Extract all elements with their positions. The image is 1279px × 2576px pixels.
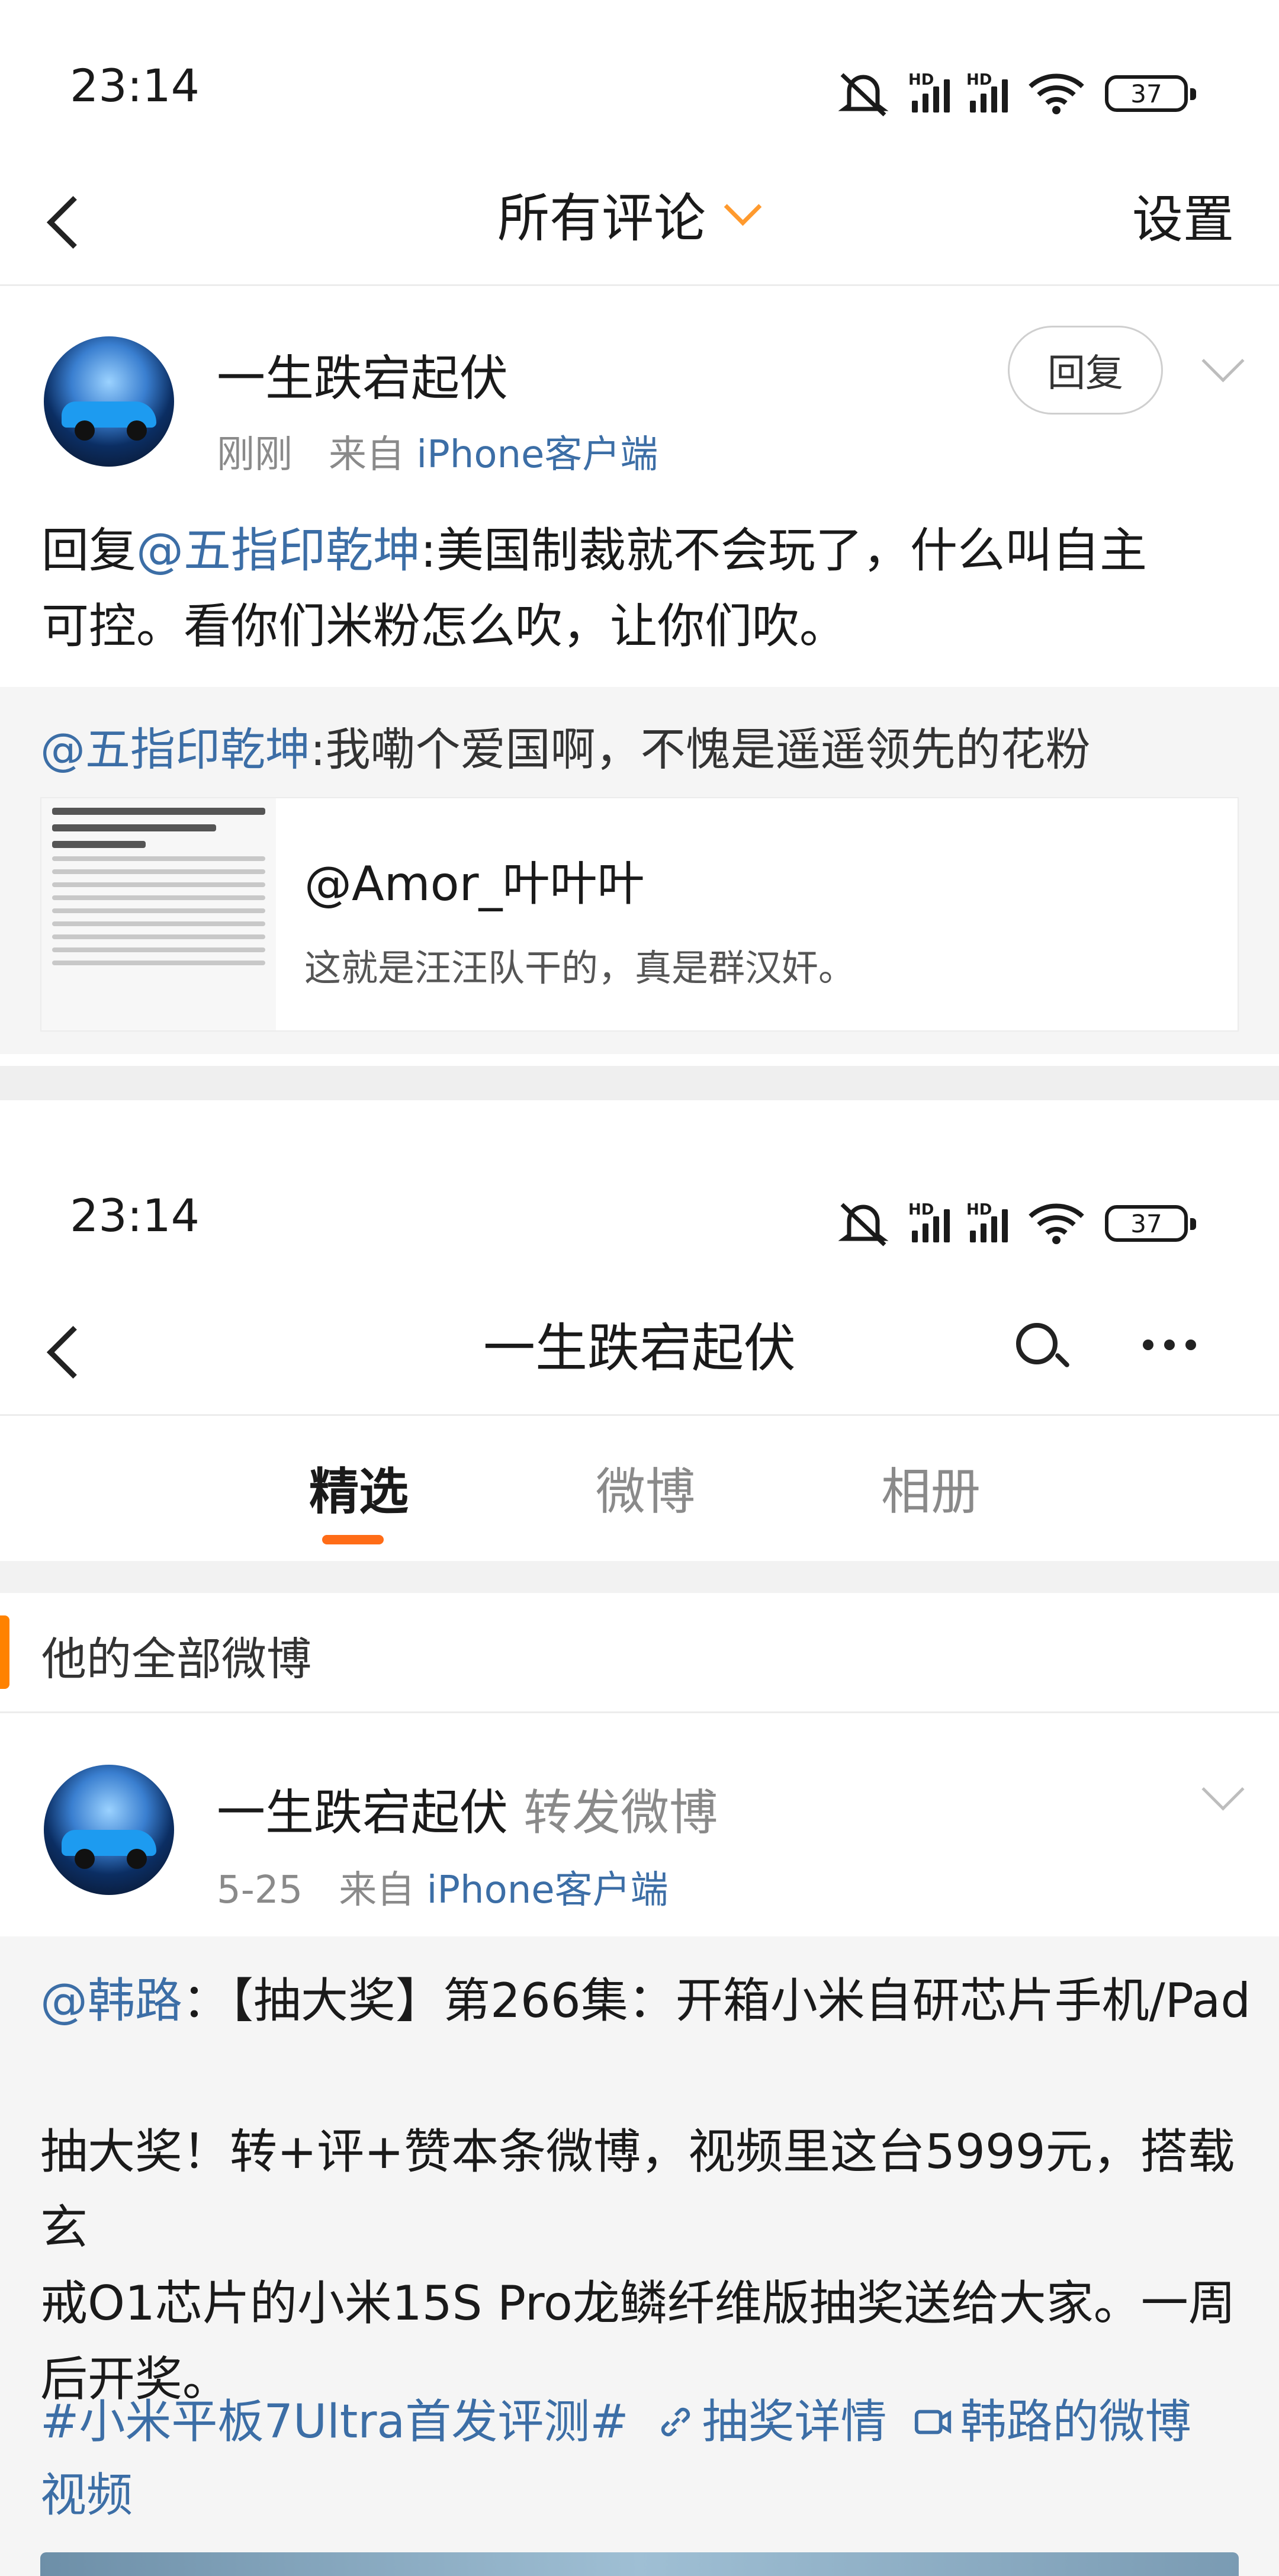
signal-icon: HD xyxy=(966,1201,1008,1242)
mute-icon xyxy=(838,1203,889,1247)
comment-time: 刚刚 xyxy=(217,433,293,477)
post-links: #小米平板7Ultra首发评测# 抽奖详情 韩路的微博 视频 xyxy=(40,2385,1260,2532)
status-time: 23:14 xyxy=(70,1189,200,1242)
all-comments-filter[interactable]: 所有评论 xyxy=(497,176,762,252)
video-suffix[interactable]: 视频 xyxy=(40,2459,1260,2532)
screenshot-divider xyxy=(0,1066,1279,1100)
signal-icon: HD xyxy=(908,1201,950,1242)
avatar[interactable] xyxy=(44,1765,174,1895)
status-icons: HD HD 37 xyxy=(835,70,1196,117)
comment-meta: 刚刚 来自 iPhone客户端 xyxy=(217,424,658,478)
mention-link[interactable]: @韩路 xyxy=(40,1973,182,2028)
post-header: 一生跌宕起伏 转发微博 xyxy=(217,1773,718,1843)
chevron-down-icon[interactable] xyxy=(1201,1768,1245,1811)
repost-title: @韩路：【抽大奖】第266集：开箱小米自研芯片手机/Pad xyxy=(40,1973,1251,2028)
mention-link[interactable]: @五指印乾坤 xyxy=(40,723,310,776)
status-time: 23:14 xyxy=(70,59,200,112)
tab-album[interactable]: 相册 xyxy=(881,1452,981,1524)
quoted-comment-block[interactable]: @五指印乾坤:我嘞个爱国啊，不愧是遥遥领先的花粉 @Amor_叶叶叶 这就是汪汪… xyxy=(0,687,1279,1054)
mute-icon xyxy=(838,73,889,117)
signal-icon: HD xyxy=(966,71,1008,113)
comment-username[interactable]: 一生跌宕起伏 xyxy=(217,339,508,409)
avatar[interactable] xyxy=(44,336,174,467)
back-icon[interactable] xyxy=(46,195,100,249)
settings-button[interactable]: 设置 xyxy=(1132,178,1234,252)
comments-navbar: 所有评论 设置 xyxy=(0,153,1279,286)
from-label: 来自 xyxy=(339,1868,415,1912)
comment-text: 回复@五指印乾坤:美国制裁就不会玩了，什么叫自主 可控。看你们米粉怎么吹，让你们… xyxy=(41,523,1147,654)
card-username: @Amor_叶叶叶 xyxy=(304,856,645,911)
section-title: 他的全部微博 xyxy=(41,1633,311,1685)
tab-weibo[interactable]: 微博 xyxy=(596,1452,695,1524)
wifi-icon xyxy=(1029,73,1084,114)
wifi-icon xyxy=(1029,1203,1084,1244)
section-marker xyxy=(0,1615,9,1689)
video-icon xyxy=(914,2410,951,2434)
post-username[interactable]: 一生跌宕起伏 xyxy=(217,1785,508,1841)
repost-body: 抽大奖！转+评+赞本条微博，视频里这台5999元，搭载玄 戒O1芯片的小米15S… xyxy=(40,2124,1236,2407)
battery-icon: 37 xyxy=(1105,75,1196,112)
tab-featured[interactable]: 精选 xyxy=(309,1452,409,1524)
page-title: 一生跌宕起伏 xyxy=(483,1318,796,1379)
chevron-down-icon xyxy=(724,188,762,226)
card-text: 这就是汪汪队干的，真是群汉奸。 xyxy=(304,946,856,990)
profile-navbar: 一生跌宕起伏 xyxy=(0,1283,1279,1416)
active-tab-indicator xyxy=(322,1535,384,1544)
hashtag-link[interactable]: #小米平板7Ultra首发评测# xyxy=(40,2385,629,2459)
lottery-link[interactable]: 抽奖详情 xyxy=(655,2385,887,2459)
quoted-card[interactable]: @Amor_叶叶叶 这就是汪汪队干的，真是群汉奸。 xyxy=(40,797,1239,1032)
post-date: 5-25 xyxy=(217,1868,303,1912)
reply-button[interactable]: 回复 xyxy=(1008,326,1163,415)
post-meta: 5-25 来自 iPhone客户端 xyxy=(217,1859,669,1914)
page-title: 所有评论 xyxy=(497,188,706,249)
quoted-text: @五指印乾坤:我嘞个爱国啊，不愧是遥遥领先的花粉 xyxy=(40,723,1091,776)
source-link[interactable]: iPhone客户端 xyxy=(427,1868,669,1912)
more-icon[interactable] xyxy=(1143,1340,1196,1350)
repost-block[interactable]: @韩路：【抽大奖】第266集：开箱小米自研芯片手机/Pad 抽大奖！转+评+赞本… xyxy=(0,1936,1279,2576)
from-label: 来自 xyxy=(329,433,405,477)
source-link[interactable]: iPhone客户端 xyxy=(416,433,658,477)
video-thumbnail[interactable] xyxy=(40,2552,1239,2576)
status-icons: HD HD 37 xyxy=(835,1200,1196,1247)
chevron-down-icon[interactable] xyxy=(1201,339,1245,383)
profile-tabs: 精选 微博 相册 xyxy=(0,1417,1279,1561)
mention-link[interactable]: @五指印乾坤 xyxy=(136,523,420,578)
video-link[interactable]: 韩路的微博 xyxy=(913,2385,1191,2459)
signal-icon: HD xyxy=(908,71,950,113)
link-icon xyxy=(661,2407,690,2437)
divider xyxy=(0,1711,1279,1713)
battery-icon: 37 xyxy=(1105,1205,1196,1242)
post-action: 转发微博 xyxy=(523,1785,718,1841)
article-thumbnail xyxy=(41,798,276,1030)
tab-divider xyxy=(0,1561,1279,1593)
search-icon[interactable] xyxy=(1016,1323,1058,1364)
